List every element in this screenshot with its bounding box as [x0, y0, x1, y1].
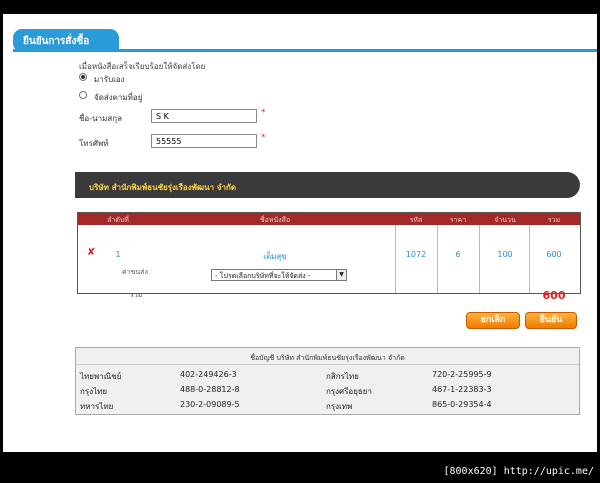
phone-field[interactable]: 55555 [151, 134, 257, 148]
row-no: 1 [115, 250, 121, 259]
col-price: ราคา [449, 216, 467, 224]
col-divider [395, 225, 396, 293]
shipping-label: ค่าขนส่ง [122, 268, 148, 276]
col-divider [479, 225, 480, 293]
radio-ship[interactable] [79, 91, 87, 99]
row-code: 1072 [405, 250, 427, 259]
divider [76, 364, 579, 365]
company-banner: บริษัท สำนักพิมพ์ธนชัยรุ่งเรืองพัฒนา จำก… [75, 172, 580, 198]
bank-name: กสิกรไทย [326, 372, 359, 381]
radio-pickup[interactable] [79, 73, 87, 81]
name-field[interactable]: S K [151, 109, 257, 123]
watermark-text: [800x620] http://upic.me/ [443, 466, 594, 477]
phone-label: โทรศัพท์ [79, 139, 109, 148]
shipping-select-value: - โปรดเลือกบริษัทที่จะให้จัดส่ง - [215, 272, 311, 280]
bank-number: 402-249426-3 [180, 370, 237, 379]
bank-number: 467-1-22383-3 [432, 385, 492, 394]
delivery-prompt: เมื่อหนังสือเสร็จเรียบร้อยให้จัดส่งโดย [79, 62, 206, 71]
name-label: ชื่อ-นามสกุล [79, 114, 122, 123]
row-price: 6 [455, 250, 461, 259]
row-title[interactable]: เต็มสุข [160, 250, 390, 263]
col-title: ชื่อหนังสือ [259, 216, 291, 224]
page-canvas: ยืนยันการสั่งซื้อ เมื่อหนังสือเสร็จเรียบ… [3, 14, 597, 452]
cancel-button[interactable]: ยกเลิก [466, 312, 520, 329]
bank-name: กรุงไทย [80, 387, 108, 396]
row-total: 600 [546, 250, 562, 259]
bank-name: ไทยพาณิชย์ [80, 372, 122, 381]
phone-required-mark: * [261, 133, 266, 143]
order-table-header: ลำดับที่ ชื่อหนังสือ รหัส ราคา จำนวน รวม [78, 213, 580, 225]
order-table: ลำดับที่ ชื่อหนังสือ รหัส ราคา จำนวน รวม… [77, 212, 581, 302]
name-required-mark: * [261, 108, 266, 118]
shipping-select[interactable]: - โปรดเลือกบริษัทที่จะให้จัดส่ง - ▼ [211, 269, 347, 281]
bank-number: 720-2-25995-9 [432, 370, 492, 379]
page-title: ยืนยันการสั่งซื้อ [13, 29, 119, 52]
confirm-button[interactable]: ยืนยัน [525, 312, 577, 329]
bank-account-title: ชื่อบัญชี บริษัท สำนักพิมพ์ธนชัยรุ่งเรือ… [250, 354, 405, 362]
col-no: ลำดับที่ [107, 216, 129, 224]
radio-pickup-label[interactable]: มารับเอง [94, 73, 125, 86]
col-code: รหัส [409, 216, 423, 224]
bank-name: กรุงศรีอยุธยา [326, 387, 372, 396]
bank-name: ทหารไทย [80, 402, 114, 411]
col-divider [437, 225, 438, 293]
grand-total: 600 [542, 289, 566, 302]
chevron-down-icon: ▼ [336, 270, 346, 280]
row-qty: 100 [497, 250, 513, 259]
sum-label: รวม [130, 291, 143, 299]
bank-number: 230-2-09089-5 [180, 400, 240, 409]
bank-accounts-box: ชื่อบัญชี บริษัท สำนักพิมพ์ธนชัยรุ่งเรือ… [75, 347, 580, 415]
delete-item-icon[interactable]: ✘ [87, 247, 95, 258]
bank-number: 865-0-29354-4 [432, 400, 492, 409]
col-qty: จำนวน [494, 216, 516, 224]
col-total: รวม [547, 216, 561, 224]
radio-ship-label[interactable]: จัดส่งตามที่อยู่ [94, 91, 142, 104]
col-divider [529, 225, 530, 293]
bank-number: 488-0-28812-8 [180, 385, 240, 394]
bank-name: กรุงเทพ [326, 402, 353, 411]
